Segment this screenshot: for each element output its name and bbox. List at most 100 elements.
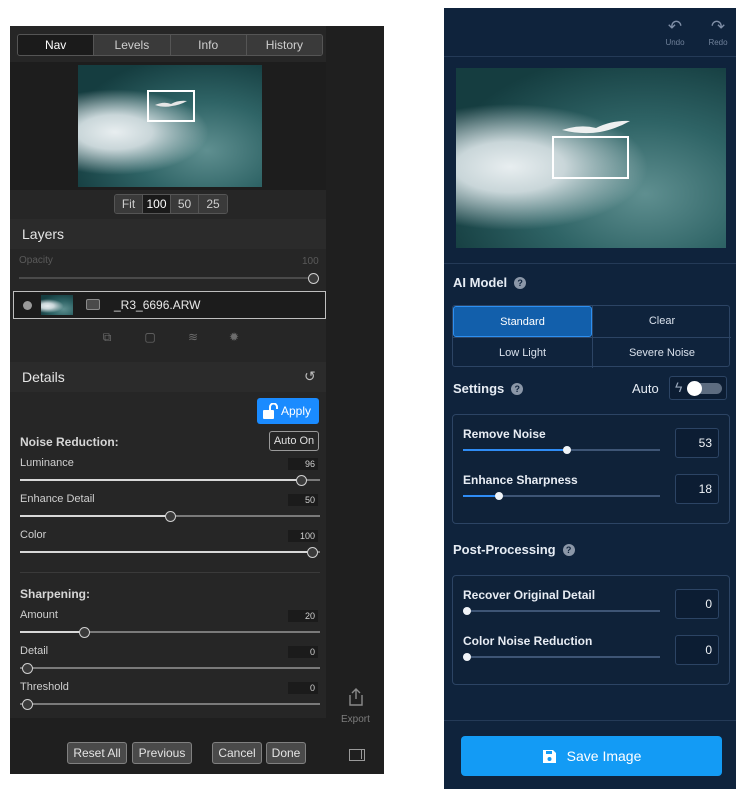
recover-original-detail-label: Recover Original Detail	[463, 588, 596, 602]
color-label: Color	[20, 529, 47, 541]
detail-slider-track[interactable]	[20, 667, 320, 669]
cancel-button[interactable]: Cancel	[212, 742, 262, 764]
recover-original-detail-slider-knob[interactable]	[463, 607, 471, 615]
enhance-detail-slider-knob[interactable]	[165, 511, 176, 522]
model-clear-button[interactable]: Clear	[592, 306, 731, 337]
model-standard-button[interactable]: Standard	[453, 306, 592, 337]
ai-model-selector: Standard Clear Low Light Severe Noise	[452, 305, 731, 368]
layer-settings-gear-icon[interactable]: ✹	[227, 330, 241, 350]
enhance-sharpness-value[interactable]: 18	[675, 474, 719, 504]
save-image-button[interactable]: Save Image	[461, 736, 722, 776]
preview-image[interactable]	[456, 68, 726, 248]
navigator-thumbnail[interactable]	[78, 65, 262, 187]
layer-mask-icon[interactable]	[86, 299, 100, 310]
color-noise-reduction-slider-knob[interactable]	[463, 653, 471, 661]
luminance-slider-fill	[20, 479, 301, 481]
post-processing-heading: Post-Processing?	[453, 542, 575, 557]
ai-model-title: AI Model	[453, 275, 508, 290]
model-low-light-button[interactable]: Low Light	[453, 337, 592, 368]
auto-label: Auto	[632, 381, 659, 396]
noise-reduction-label: Noise Reduction:	[20, 435, 119, 449]
settings-box: Remove Noise 53 Enhance Sharpness 18	[452, 414, 730, 524]
redo-button[interactable]: ↷ Redo	[701, 16, 735, 47]
recover-original-detail-value[interactable]: 0	[675, 589, 719, 619]
remove-noise-value[interactable]: 53	[675, 428, 719, 458]
color-slider-knob[interactable]	[307, 547, 318, 558]
undo-button[interactable]: ↶ Undo	[658, 16, 692, 47]
save-image-label: Save Image	[566, 748, 642, 764]
opacity-slider-track[interactable]	[19, 277, 313, 279]
color-value[interactable]: 100	[288, 530, 318, 542]
zoom-100-button[interactable]: 100	[143, 195, 171, 213]
help-icon[interactable]: ?	[514, 277, 527, 289]
previous-button[interactable]: Previous	[132, 742, 192, 764]
color-noise-reduction-value[interactable]: 0	[675, 635, 719, 665]
tab-history[interactable]: History	[246, 35, 322, 55]
lightning-icon: ϟ	[675, 379, 683, 395]
detail-value[interactable]: 0	[288, 646, 318, 658]
color-slider-fill	[20, 551, 312, 553]
zoom-fit-button[interactable]: Fit	[115, 195, 143, 213]
redo-label: Redo	[708, 38, 728, 47]
export-label[interactable]: Export	[341, 714, 370, 725]
amount-slider-knob[interactable]	[79, 627, 90, 638]
panel-tabs: Nav Levels Info History	[17, 34, 323, 56]
post-processing-box: Recover Original Detail 0 Color Noise Re…	[452, 575, 730, 685]
undo-icon: ↶	[667, 17, 683, 36]
enhance-sharpness-slider-knob[interactable]	[495, 492, 503, 500]
apply-label: Apply	[281, 404, 312, 418]
footer-divider	[444, 720, 736, 721]
settings-heading: Settings?	[453, 381, 524, 396]
amount-label: Amount	[20, 609, 58, 621]
layer-row[interactable]: _R3_6696.ARW	[13, 291, 326, 319]
layers-stack-icon[interactable]: ≋	[186, 330, 200, 350]
luminance-value[interactable]: 96	[288, 458, 318, 470]
sharpening-label: Sharpening:	[20, 587, 91, 601]
reset-details-icon[interactable]: ↺	[304, 368, 316, 385]
help-icon[interactable]: ?	[511, 383, 524, 395]
opacity-slider-knob[interactable]	[308, 273, 319, 284]
color-noise-reduction-slider-track[interactable]	[463, 656, 660, 658]
detail-slider-knob[interactable]	[22, 663, 33, 674]
layer-visibility-dot[interactable]	[23, 301, 32, 310]
zoom-50-button[interactable]: 50	[171, 195, 199, 213]
reset-all-button[interactable]: Reset All	[67, 742, 127, 764]
copy-layer-icon[interactable]: ⧉	[100, 330, 114, 350]
tab-levels[interactable]: Levels	[94, 35, 171, 55]
threshold-value[interactable]: 0	[288, 682, 318, 694]
enhance-detail-slider-fill	[20, 515, 170, 517]
luminance-label: Luminance	[20, 457, 74, 469]
details-header[interactable]: Details	[10, 362, 326, 392]
enhance-detail-value[interactable]: 50	[288, 494, 318, 506]
recover-original-detail-slider-track[interactable]	[463, 610, 660, 612]
auto-toggle[interactable]: ϟ	[669, 376, 727, 400]
zoom-selector: Fit 100 50 25	[114, 194, 228, 214]
tab-nav[interactable]: Nav	[18, 35, 95, 55]
new-layer-icon[interactable]: ▢	[143, 330, 157, 350]
done-button[interactable]: Done	[266, 742, 306, 764]
help-icon[interactable]: ?	[562, 544, 575, 556]
left-side-panel: Nav Levels Info History Fit 100 50 25 La…	[10, 26, 326, 718]
amount-slider-fill	[20, 631, 84, 633]
left-editor-window: Nav Levels Info History Fit 100 50 25 La…	[10, 26, 384, 774]
amount-value[interactable]: 20	[288, 610, 318, 622]
remove-noise-slider-fill	[463, 449, 567, 451]
remove-noise-slider-knob[interactable]	[563, 446, 571, 454]
model-severe-noise-button[interactable]: Severe Noise	[592, 337, 731, 368]
preview-focus-box[interactable]	[552, 136, 629, 179]
layers-header[interactable]: Layers	[10, 219, 326, 249]
enhance-detail-label: Enhance Detail	[20, 493, 95, 505]
zoom-25-button[interactable]: 25	[199, 195, 227, 213]
luminance-slider-knob[interactable]	[296, 475, 307, 486]
panel-toggle-icon[interactable]	[349, 749, 365, 761]
threshold-slider-knob[interactable]	[22, 699, 33, 710]
tab-info[interactable]: Info	[170, 35, 247, 55]
enhance-sharpness-slider-fill	[463, 495, 499, 497]
right-denoise-panel: ↶ Undo ↷ Redo AI Model? Standard Clear L…	[444, 8, 736, 789]
remove-noise-label: Remove Noise	[463, 427, 546, 441]
export-icon[interactable]	[346, 687, 366, 707]
threshold-slider-track[interactable]	[20, 703, 320, 705]
apply-button[interactable]: Apply	[257, 398, 319, 424]
auto-on-button[interactable]: Auto On	[269, 431, 319, 451]
save-disk-icon	[542, 750, 556, 763]
